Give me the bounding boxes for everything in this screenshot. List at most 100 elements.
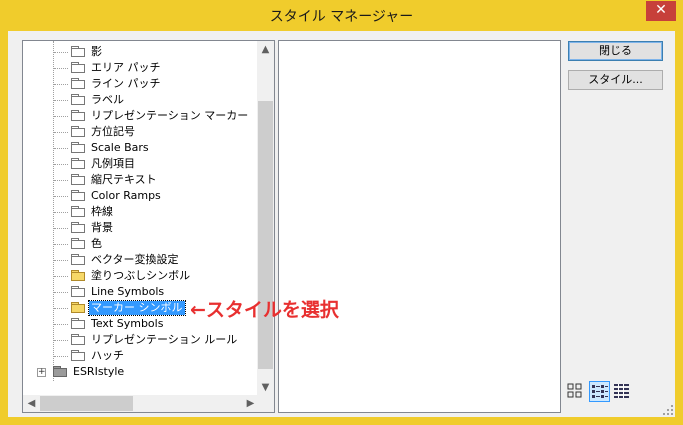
tree-item-label: リプレゼンテーション ルール bbox=[91, 333, 238, 346]
tree-item-label: 凡例項目 bbox=[91, 157, 135, 170]
tree-item-label: ESRIstyle bbox=[73, 365, 125, 378]
tree-connector bbox=[54, 212, 68, 213]
tree-connector bbox=[54, 356, 68, 357]
tree-connector bbox=[54, 164, 68, 165]
title-bar[interactable]: スタイル マネージャー ✕ bbox=[0, 0, 683, 32]
scroll-up-icon[interactable]: ▲ bbox=[257, 41, 274, 58]
tree-item[interactable]: 凡例項目 bbox=[23, 156, 259, 172]
tree-item-label: 方位記号 bbox=[91, 125, 135, 138]
tree-item-label: ラベル bbox=[91, 93, 124, 106]
tree-connector bbox=[54, 308, 68, 309]
style-tree[interactable]: 影エリア パッチ ライン パッチ ラベルリプレゼンテーション マーカー 方位記号 Sca… bbox=[22, 40, 275, 413]
tree-item[interactable]: 色 bbox=[23, 236, 259, 252]
tree-connector bbox=[54, 324, 68, 325]
tree-connector bbox=[54, 276, 68, 277]
folder-icon bbox=[71, 254, 86, 265]
tree-connector bbox=[54, 100, 68, 101]
scroll-corner bbox=[257, 395, 274, 412]
folder-icon bbox=[71, 334, 86, 345]
folder-icon bbox=[71, 222, 86, 233]
tree-item[interactable]: 縮尺テキスト bbox=[23, 172, 259, 188]
tree-connector bbox=[54, 180, 68, 181]
tree-item[interactable]: Color Ramps bbox=[23, 188, 259, 204]
large-icons-view-icon[interactable] bbox=[565, 381, 586, 402]
tree-item[interactable]: ライン パッチ bbox=[23, 76, 259, 92]
tree-connector bbox=[54, 292, 68, 293]
folder-icon bbox=[71, 350, 86, 361]
tree-item[interactable]: Scale Bars bbox=[23, 140, 259, 156]
tree-item-label: ハッチ bbox=[91, 349, 124, 362]
tree-item-label: Text Symbols bbox=[91, 317, 164, 330]
tree-item-label: 塗りつぶしシンボル bbox=[91, 269, 191, 282]
tree-item-label: 影 bbox=[91, 45, 102, 58]
style-preview-pane[interactable] bbox=[278, 40, 561, 413]
folder-icon bbox=[71, 110, 86, 121]
folder-icon bbox=[71, 286, 86, 297]
folder-icon bbox=[71, 142, 86, 153]
dialog-body: 影エリア パッチ ライン パッチ ラベルリプレゼンテーション マーカー 方位記号 Sca… bbox=[8, 31, 675, 417]
vertical-scroll-thumb[interactable] bbox=[258, 101, 273, 369]
tree-item[interactable]: リプレゼンテーション マーカー bbox=[23, 108, 259, 124]
window-title: スタイル マネージャー bbox=[269, 9, 414, 25]
tree-item-label: エリア パッチ bbox=[91, 61, 161, 74]
tree-item-label: 枠線 bbox=[91, 205, 113, 218]
folder-icon bbox=[71, 190, 86, 201]
tree-connector bbox=[54, 52, 68, 53]
tree-connector bbox=[54, 132, 68, 133]
tree-item[interactable]: 塗りつぶしシンボル bbox=[23, 268, 259, 284]
folder-icon bbox=[53, 366, 68, 377]
folder-icon bbox=[71, 206, 86, 217]
tree-item[interactable]: 背景 bbox=[23, 220, 259, 236]
tree-item[interactable]: エリア パッチ bbox=[23, 60, 259, 76]
style-manager-window: スタイル マネージャー ✕ 影エリア パッチ ライン パッチ ラベルリプレゼンテーシ… bbox=[0, 0, 683, 425]
folder-icon bbox=[71, 238, 86, 249]
styles-button[interactable]: スタイル... bbox=[568, 70, 663, 90]
tree-item-label: マーカー シンボル bbox=[88, 300, 186, 316]
tree-item[interactable]: 枠線 bbox=[23, 204, 259, 220]
horizontal-scroll-thumb[interactable] bbox=[40, 396, 133, 411]
resize-grip-icon[interactable] bbox=[663, 405, 673, 415]
close-button[interactable]: 閉じる bbox=[568, 41, 663, 61]
tree-item[interactable]: 方位記号 bbox=[23, 124, 259, 140]
tree-item[interactable]: ハッチ bbox=[23, 348, 259, 364]
scroll-left-icon[interactable]: ◀ bbox=[23, 395, 40, 412]
expand-icon[interactable]: + bbox=[37, 368, 46, 377]
tree-item[interactable]: リプレゼンテーション ルール bbox=[23, 332, 259, 348]
tree-item-label: 縮尺テキスト bbox=[91, 173, 157, 186]
close-window-button[interactable]: ✕ bbox=[646, 1, 676, 21]
tree-item-label: ライン パッチ bbox=[91, 77, 161, 90]
open-folder-icon bbox=[71, 270, 86, 281]
folder-icon bbox=[71, 78, 86, 89]
vertical-scrollbar[interactable]: ▲ ▼ bbox=[257, 41, 274, 396]
folder-icon bbox=[71, 94, 86, 105]
scroll-down-icon[interactable]: ▼ bbox=[257, 379, 274, 396]
tree-connector bbox=[54, 244, 68, 245]
tree-item-label: Color Ramps bbox=[91, 189, 161, 202]
tree-item-label: ベクター変換設定 bbox=[91, 253, 179, 266]
tree-item-label: リプレゼンテーション マーカー bbox=[91, 109, 249, 122]
folder-icon bbox=[71, 158, 86, 169]
tree-item-label: 背景 bbox=[91, 221, 113, 234]
folder-icon bbox=[71, 174, 86, 185]
tree-item-label: 色 bbox=[91, 237, 102, 250]
folder-icon bbox=[71, 46, 86, 57]
tree-item[interactable]: ベクター変換設定 bbox=[23, 252, 259, 268]
folder-icon bbox=[71, 62, 86, 73]
tree-connector bbox=[54, 84, 68, 85]
list-view-icon[interactable] bbox=[589, 381, 610, 402]
tree-connector bbox=[54, 148, 68, 149]
open-folder-icon bbox=[71, 302, 86, 313]
tree-connector bbox=[54, 68, 68, 69]
details-view-icon[interactable] bbox=[612, 381, 633, 402]
tree-connector bbox=[54, 228, 68, 229]
tree-connector bbox=[54, 196, 68, 197]
tree-connector bbox=[54, 260, 68, 261]
tree-root-esristyle[interactable]: + ESRIstyle bbox=[23, 364, 259, 380]
folder-icon bbox=[71, 126, 86, 137]
tree-item[interactable]: ラベル bbox=[23, 92, 259, 108]
folder-icon bbox=[71, 318, 86, 329]
tree-connector bbox=[54, 116, 68, 117]
horizontal-scrollbar[interactable]: ◀ ▶ bbox=[23, 395, 259, 412]
tree-item-label: Scale Bars bbox=[91, 141, 149, 154]
tree-item[interactable]: 影 bbox=[23, 44, 259, 60]
